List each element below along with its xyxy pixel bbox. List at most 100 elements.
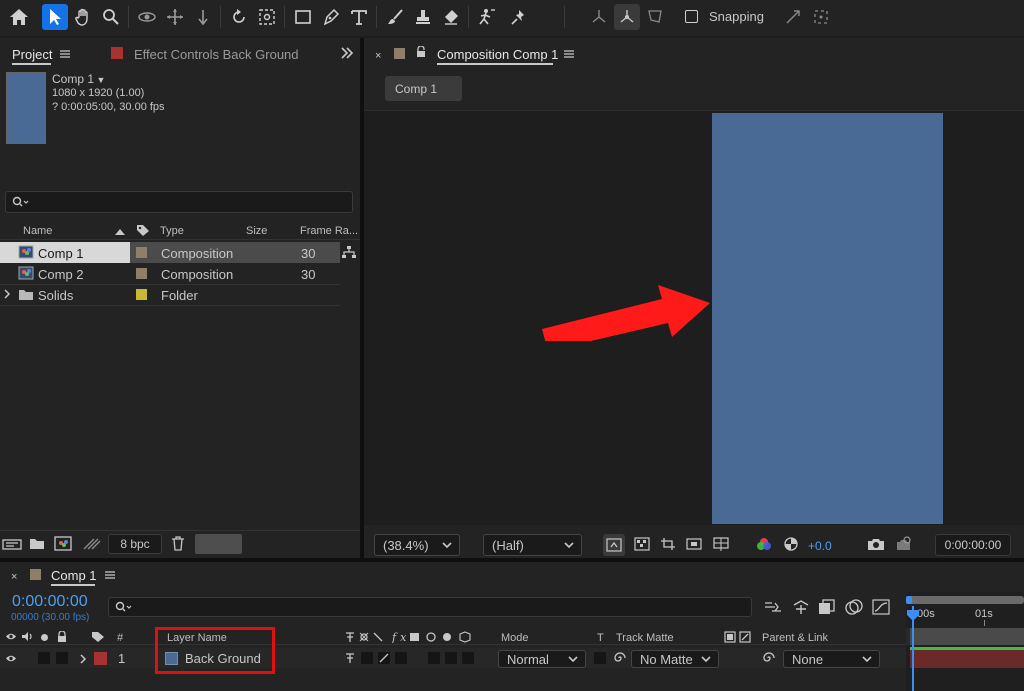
home-icon[interactable] (6, 4, 32, 30)
rectangle-tool-icon[interactable] (290, 4, 316, 30)
transparency-grid-icon[interactable] (634, 537, 650, 551)
tab-project[interactable]: Project (12, 47, 52, 62)
video-visibility-icon[interactable] (5, 654, 17, 663)
guide-options-icon[interactable] (686, 537, 702, 551)
column-mode[interactable]: Mode (501, 632, 529, 644)
color-swatch-preview[interactable] (195, 534, 242, 554)
column-frame-rate[interactable]: Frame Ra... (300, 225, 358, 237)
snapshot-camera-icon[interactable] (867, 537, 885, 551)
playhead-handle[interactable] (906, 609, 920, 623)
composition-mini-flowchart-icon[interactable] (764, 600, 782, 614)
lock-icon[interactable] (416, 46, 426, 58)
project-item-label-swatch[interactable] (136, 268, 147, 279)
color-management-icon[interactable] (784, 537, 798, 551)
layer-duration-bar[interactable] (910, 650, 1024, 668)
expand-chevron-icon[interactable] (3, 289, 11, 299)
layer-name[interactable]: Back Ground (185, 651, 261, 666)
solo-switch[interactable] (38, 652, 50, 664)
eraser-tool-icon[interactable] (438, 4, 464, 30)
fast-previews-icon[interactable] (603, 534, 625, 556)
panel-menu-icon[interactable] (60, 49, 70, 59)
column-parent-link[interactable]: Parent & Link (762, 632, 828, 644)
puppet-pin-icon[interactable] (506, 4, 532, 30)
blend-mode-dropdown[interactable]: Normal (498, 650, 586, 668)
pan-camera-icon[interactable] (162, 4, 188, 30)
matte-pickwhip-icon[interactable] (613, 651, 627, 665)
roto-brush-icon[interactable] (474, 4, 500, 30)
zoom-tool-icon[interactable] (98, 4, 124, 30)
quality-switch[interactable] (378, 652, 390, 664)
world-axis-icon[interactable] (614, 4, 640, 30)
comp-navigator-tab[interactable]: Comp 1 (385, 76, 462, 101)
tab-timeline-comp[interactable]: Comp 1 (51, 568, 97, 583)
project-item-name[interactable]: Comp 1 (38, 246, 84, 261)
solo-icon[interactable] (41, 634, 48, 641)
project-item-label-swatch[interactable] (136, 289, 147, 300)
frame-blending-icon[interactable] (845, 599, 863, 615)
composition-viewer[interactable] (364, 111, 1024, 525)
interpret-footage-icon[interactable] (2, 537, 22, 551)
pan-behind-icon[interactable] (254, 4, 280, 30)
project-item-label-swatch[interactable] (136, 247, 147, 258)
project-item-name[interactable]: Comp 2 (38, 267, 84, 282)
parent-dropdown[interactable]: None (783, 650, 880, 668)
parent-pickwhip-icon[interactable] (762, 651, 776, 665)
snap-edges-icon[interactable] (780, 4, 806, 30)
flowchart-icon[interactable] (341, 245, 357, 259)
project-item-name[interactable]: Solids (38, 288, 73, 303)
track-matte-dropdown[interactable]: No Matte (631, 650, 719, 668)
resolution-dropdown[interactable]: (Half) (483, 534, 582, 556)
panel-overflow-icon[interactable] (340, 47, 354, 59)
comp-frame[interactable] (712, 113, 943, 524)
region-of-interest-icon[interactable] (660, 537, 676, 551)
clone-stamp-icon[interactable] (410, 4, 436, 30)
graph-editor-icon[interactable] (872, 599, 890, 615)
hide-shy-layers-icon[interactable] (818, 599, 836, 615)
grid-and-guides-icon[interactable] (712, 536, 730, 552)
shy-switch-icon[interactable] (345, 652, 355, 664)
type-tool-icon[interactable] (346, 4, 372, 30)
tab-composition[interactable]: Composition Comp 1 (437, 47, 558, 62)
column-name[interactable]: Name (23, 225, 52, 237)
lock-icon[interactable] (57, 631, 67, 642)
tab-effect-controls[interactable]: Effect Controls Back Ground (134, 47, 299, 62)
label-tag-icon[interactable] (91, 631, 105, 643)
column-size[interactable]: Size (246, 225, 267, 237)
comp-info-name[interactable]: Comp 1 ▼ (52, 72, 105, 86)
label-tag-icon[interactable] (136, 224, 150, 237)
work-area-bar[interactable] (908, 596, 1024, 604)
lock-switch[interactable] (56, 652, 68, 664)
zoom-dropdown[interactable]: (38.4%) (374, 534, 460, 556)
close-icon[interactable]: × (11, 571, 17, 583)
adjustment-layer-switch[interactable] (445, 652, 457, 664)
work-area-start-handle[interactable] (906, 596, 912, 604)
pen-tool-icon[interactable] (318, 4, 344, 30)
dolly-camera-icon[interactable] (190, 4, 216, 30)
brush-tool-icon[interactable] (382, 4, 408, 30)
collapse-switch[interactable] (361, 652, 373, 664)
timeline-search-input[interactable] (108, 597, 752, 617)
timeline-current-time[interactable]: 0:00:00:00 (12, 593, 88, 611)
trash-icon[interactable] (171, 536, 185, 551)
motion-blur-switch[interactable] (428, 652, 440, 664)
project-settings-icon[interactable] (82, 536, 102, 551)
close-icon[interactable]: × (375, 50, 381, 62)
view-axis-icon[interactable] (642, 4, 668, 30)
sort-ascending-icon[interactable] (114, 228, 126, 235)
snapping-checkbox[interactable] (685, 10, 698, 23)
panel-menu-icon[interactable] (564, 49, 574, 59)
preserve-transparency-switch[interactable] (594, 652, 606, 664)
show-snapshot-icon[interactable] (894, 536, 912, 551)
audio-icon[interactable] (21, 631, 33, 642)
current-time-display[interactable]: 0:00:00:00 (935, 534, 1011, 556)
video-visibility-icon[interactable] (5, 632, 17, 641)
3d-layer-switch[interactable] (462, 652, 474, 664)
expand-chevron-icon[interactable] (79, 654, 87, 664)
column-track-matte[interactable]: Track Matte (616, 632, 674, 644)
orbit-camera-icon[interactable] (134, 4, 160, 30)
local-axis-icon[interactable] (586, 4, 612, 30)
channel-rgb-icon[interactable] (756, 537, 772, 551)
column-type[interactable]: Type (160, 225, 184, 237)
snap-features-icon[interactable] (808, 4, 834, 30)
project-search-input[interactable] (5, 191, 353, 213)
